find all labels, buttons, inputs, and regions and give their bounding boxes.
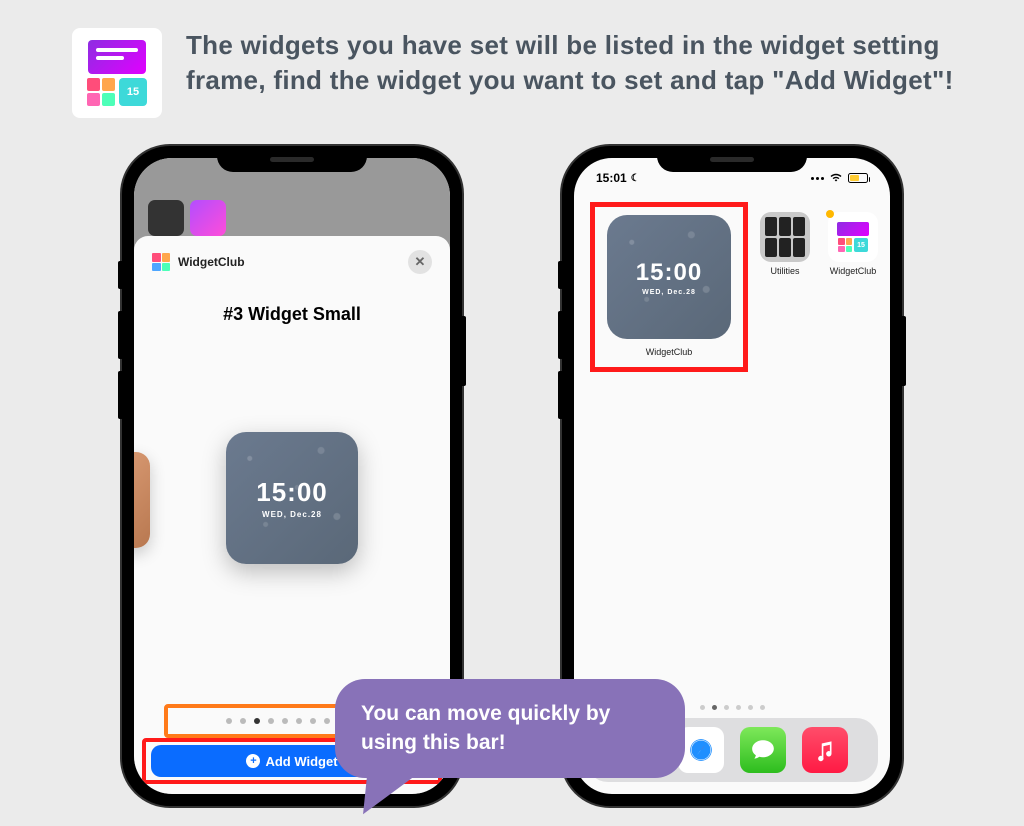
- battery-icon: [848, 173, 868, 183]
- sheet-title: WidgetClub: [178, 255, 245, 269]
- messages-app[interactable]: [740, 727, 786, 773]
- folder-icon: [760, 212, 810, 262]
- widget-heading: #3 Widget Small: [134, 304, 450, 325]
- more-icon: [811, 177, 824, 180]
- app-icon-badge: 15: [119, 78, 147, 106]
- music-app[interactable]: [802, 727, 848, 773]
- app-label: WidgetClub: [830, 266, 877, 276]
- utilities-folder[interactable]: Utilities: [760, 212, 810, 276]
- widgetclub-app[interactable]: 15 WidgetClub: [828, 212, 878, 276]
- phone-notch: [657, 146, 807, 172]
- widgetclub-icon: 15: [828, 212, 878, 262]
- widget-date: WED, Dec.28: [262, 510, 322, 519]
- phone-notch: [217, 146, 367, 172]
- placed-widget-highlight: 15:00 WED, Dec.28 WidgetClub: [590, 202, 748, 372]
- add-widget-label: Add Widget: [265, 754, 337, 769]
- placed-widget[interactable]: 15:00 WED, Dec.28: [607, 215, 731, 339]
- tip-bubble: You can move quickly by using this bar!: [335, 679, 685, 778]
- widgetclub-app-icon: 15: [72, 28, 162, 118]
- do-not-disturb-icon: ☾: [631, 173, 640, 184]
- widget-date: WED, Dec.28: [642, 289, 696, 296]
- widget-time: 15:00: [256, 477, 328, 508]
- instruction-text: The widgets you have set will be listed …: [186, 28, 974, 98]
- wifi-icon: [829, 172, 843, 185]
- widget-preview[interactable]: 15:00 WED, Dec.28: [226, 432, 358, 564]
- app-label: Utilities: [770, 266, 799, 276]
- header: 15 The widgets you have set will be list…: [0, 0, 1024, 118]
- tip-text: You can move quickly by using this bar!: [361, 702, 610, 754]
- plus-icon: +: [246, 754, 260, 768]
- background-apps: [148, 200, 226, 236]
- close-button[interactable]: ✕: [408, 250, 432, 274]
- sheet-app-icon: [152, 253, 170, 271]
- adjacent-widget-preview[interactable]: [134, 452, 150, 548]
- phone-mockups: WidgetClub ✕ #3 Widget Small 15:00 WED, …: [0, 146, 1024, 806]
- status-time: 15:01: [596, 171, 627, 185]
- widget-time: 15:00: [636, 259, 702, 287]
- widget-label: WidgetClub: [646, 347, 693, 357]
